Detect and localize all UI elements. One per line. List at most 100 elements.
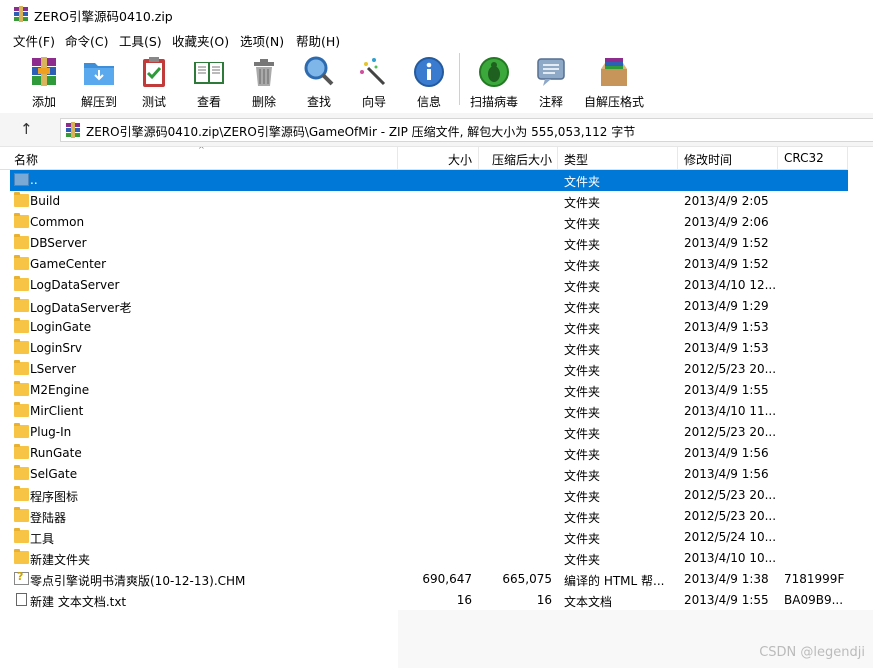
chm-help-file-icon: ? [14,570,29,585]
menu-tools[interactable]: 工具(S) [119,31,162,50]
extract-to-label: 解压到 [80,95,117,109]
file-row[interactable]: RunGate 文件夹 2013/4/9 1:56 [10,443,848,464]
folder-icon [14,192,29,207]
column-crc[interactable]: CRC32 [784,151,824,165]
file-name: .. [30,173,38,187]
file-row[interactable]: ? 零点引擎说明书清爽版(10-12-13).CHM 690,647 665,075 编… [10,569,848,590]
watermark: CSDN @legendji [759,645,865,660]
column-divider[interactable] [847,147,848,169]
comment-icon [537,58,565,86]
sfx-box-icon [601,58,627,86]
file-crc: 7181999F [784,572,845,586]
file-row[interactable]: Plug-In 文件夹 2012/5/23 20... [10,422,848,443]
column-modified[interactable]: 修改时间 [684,151,732,168]
file-modified: 2013/4/9 1:52 [684,257,769,271]
file-row[interactable]: Common 文件夹 2013/4/9 2:06 [10,212,848,233]
file-row[interactable]: 工具 文件夹 2012/5/24 10... [10,527,848,548]
file-name: 工具 [30,532,55,546]
file-name: RunGate [30,446,82,460]
file-row[interactable]: LServer 文件夹 2012/5/23 20... [10,359,848,380]
file-modified: 2013/4/10 12... [684,278,777,292]
file-row[interactable]: DBServer 文件夹 2013/4/9 1:52 [10,233,848,254]
file-crc: BA09B9... [784,593,844,607]
file-name: LogDataServer老 [30,301,132,315]
find-label: 查找 [306,95,331,109]
file-row[interactable]: LoginGate 文件夹 2013/4/9 1:53 [10,317,848,338]
column-packed[interactable]: 压缩后大小 [492,151,552,168]
file-modified: 2013/4/9 1:52 [684,236,769,250]
toolbar: 添加 解压到 测试 查看 删除 查找 向导 信息 扫描病毒 注释 自解压格式 [0,49,873,114]
file-type: 文件夹 [564,532,601,546]
file-row[interactable]: 程序图标 文件夹 2012/5/23 20... [10,485,848,506]
column-type[interactable]: 类型 [564,151,588,168]
virus-scan-icon [479,57,509,87]
file-row[interactable]: 新建 文本文档.txt 16 16 文本文档 2013/4/9 1:55 BA09B9..… [10,590,848,611]
file-modified: 2013/4/9 1:56 [684,446,769,460]
menu-options[interactable]: 选项(N) [240,31,284,50]
menu-help[interactable]: 帮助(H) [296,31,340,50]
column-size[interactable]: 大小 [448,151,472,168]
file-row[interactable]: GameCenter 文件夹 2013/4/9 1:52 [10,254,848,275]
column-divider[interactable] [677,147,678,169]
window-title: ZERO引擎源码0410.zip [34,9,173,24]
file-type: 文件夹 [564,196,601,210]
folder-icon [14,360,29,375]
file-modified: 2013/4/10 11... [684,404,777,418]
column-name[interactable]: 名称 [14,151,38,168]
add-label: 添加 [31,95,56,109]
file-row[interactable]: Build 文件夹 2013/4/9 2:05 [10,191,848,212]
file-type: 文件夹 [564,385,601,399]
file-type: 文件夹 [564,343,601,357]
folder-icon [14,213,29,228]
file-modified: 2012/5/23 20... [684,425,777,439]
extract-folder-icon [84,63,114,85]
file-type: 文件夹 [564,217,601,231]
folder-icon [14,486,29,501]
file-modified: 2013/4/9 1:55 [684,383,769,397]
column-divider[interactable] [397,147,398,169]
wizard-label: 向导 [361,95,386,109]
file-row[interactable]: 新建文件夹 文件夹 2013/4/10 10... [10,548,848,569]
file-modified: 2012/5/24 10... [684,530,777,544]
file-type: 文件夹 [564,259,601,273]
menu-commands[interactable]: 命令(C) [65,31,108,50]
folder-icon [14,528,29,543]
file-type: 文件夹 [564,469,601,483]
file-row[interactable]: .. 文件夹 [10,170,848,191]
magnifier-icon [304,56,334,86]
delete-label: 删除 [251,95,276,109]
file-row[interactable]: LoginSrv 文件夹 2013/4/9 1:53 [10,338,848,359]
folder-icon [14,234,29,249]
file-row[interactable]: SelGate 文件夹 2013/4/9 1:56 [10,464,848,485]
menu-file[interactable]: 文件(F) [13,31,55,50]
file-name: M2Engine [30,383,90,397]
winrar-app-icon [14,6,28,22]
file-row[interactable]: M2Engine 文件夹 2013/4/9 1:55 [10,380,848,401]
file-name: 新建文件夹 [30,553,91,567]
view-label: 查看 [196,95,221,109]
file-row[interactable]: LogDataServer 文件夹 2013/4/10 12... [10,275,848,296]
file-name: LogDataServer [30,278,120,292]
file-type: 文件夹 [564,175,601,189]
column-divider[interactable] [557,147,558,169]
file-row[interactable]: LogDataServer老 文件夹 2013/4/9 1:29 [10,296,848,317]
menu-favorites[interactable]: 收藏夹(O) [172,31,229,50]
file-type: 文件夹 [564,490,601,504]
toolbar-separator [459,53,460,105]
column-header: ^ 名称 大小 压缩后大小 类型 修改时间 CRC32 [0,147,848,170]
test-clipboard-icon [143,57,165,87]
column-divider[interactable] [777,147,778,169]
file-type: 文件夹 [564,280,601,294]
file-modified: 2012/5/23 20... [684,509,777,523]
file-row[interactable]: 登陆器 文件夹 2012/5/23 20... [10,506,848,527]
up-arrow-icon[interactable]: ↑ [20,120,33,138]
column-divider[interactable] [478,147,479,169]
file-row[interactable]: MirClient 文件夹 2013/4/10 11... [10,401,848,422]
address-field[interactable]: ZERO引擎源码0410.zip\ZERO引擎源码\GameOfMir - ZI… [60,118,873,142]
wizard-wand-icon [360,58,386,86]
file-name: MirClient [30,404,84,418]
folder-icon [14,276,29,291]
file-name: 程序图标 [30,490,79,504]
text-file-icon [16,593,27,606]
file-name: LServer [30,362,77,376]
